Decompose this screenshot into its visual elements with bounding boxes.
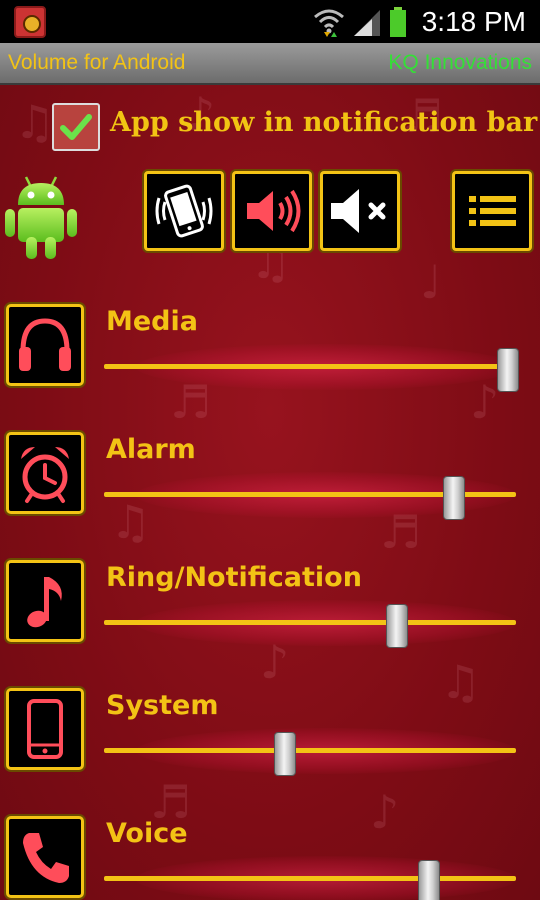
media-volume-icon-button[interactable] — [6, 304, 84, 386]
notification-bar-label: App show in notification bar — [110, 107, 538, 138]
sound-on-button[interactable] — [232, 171, 312, 251]
battery-icon — [390, 7, 406, 37]
alarm-volume-thumb[interactable] — [443, 476, 466, 520]
list-icon — [469, 196, 516, 226]
voice-volume-thumb[interactable] — [418, 860, 441, 900]
volume-row-alarm: Alarm — [0, 432, 540, 552]
title-bar: Volume for Android KQ Innovations — [0, 43, 540, 85]
company-name: KQ Innovations — [388, 51, 532, 74]
status-clock: 3:18 PM — [421, 6, 526, 37]
speaker-on-icon — [247, 189, 301, 233]
headphones-icon — [19, 318, 71, 371]
system-volume-icon-button[interactable] — [6, 688, 84, 770]
system-volume-thumb[interactable] — [274, 732, 297, 776]
alarm-volume-label: Alarm — [106, 434, 196, 465]
media-volume-label: Media — [106, 306, 198, 337]
vibrate-mode-button[interactable] — [144, 171, 224, 251]
menu-list-button[interactable] — [452, 171, 532, 251]
speaker-mute-icon — [331, 189, 386, 233]
volume-row-ring: Ring/Notification — [0, 560, 540, 680]
ring-volume-label: Ring/Notification — [106, 562, 362, 593]
system-volume-track[interactable] — [104, 748, 516, 753]
volume-row-system: System — [0, 688, 540, 808]
status-bar: 3:18 PM — [0, 0, 540, 43]
voice-volume-track[interactable] — [104, 876, 516, 881]
smartphone-icon — [27, 699, 63, 759]
main-panel: ♫ ♪ ♬ ♫ ♩ ♬ ♪ ♫ ♬ ♪ ♫ ♬ ♪ App show in no… — [0, 85, 540, 900]
vibrate-phone-icon — [155, 184, 213, 238]
volume-row-voice: Voice — [0, 816, 540, 900]
voice-volume-label: Voice — [106, 818, 188, 849]
ring-volume-icon-button[interactable] — [6, 560, 84, 642]
voice-volume-icon-button[interactable] — [6, 816, 84, 898]
system-volume-label: System — [106, 690, 219, 721]
media-volume-thumb[interactable] — [496, 348, 519, 392]
notification-bar-checkbox[interactable] — [52, 103, 100, 151]
ring-volume-thumb[interactable] — [385, 604, 408, 648]
ring-volume-track[interactable] — [104, 620, 516, 625]
checkmark-icon — [60, 114, 92, 140]
media-volume-track[interactable] — [104, 364, 516, 369]
volume-row-media: Media — [0, 304, 540, 424]
alarm-clock-icon — [21, 447, 69, 503]
app-title: Volume for Android — [8, 51, 186, 74]
phone-handset-icon — [23, 833, 69, 883]
alarm-volume-icon-button[interactable] — [6, 432, 84, 514]
wifi-icon — [314, 9, 344, 37]
signal-icon — [354, 10, 380, 36]
app-notification-icon — [14, 6, 46, 38]
android-logo-icon — [5, 176, 77, 259]
music-note-icon — [27, 577, 62, 628]
mute-button[interactable] — [320, 171, 400, 251]
